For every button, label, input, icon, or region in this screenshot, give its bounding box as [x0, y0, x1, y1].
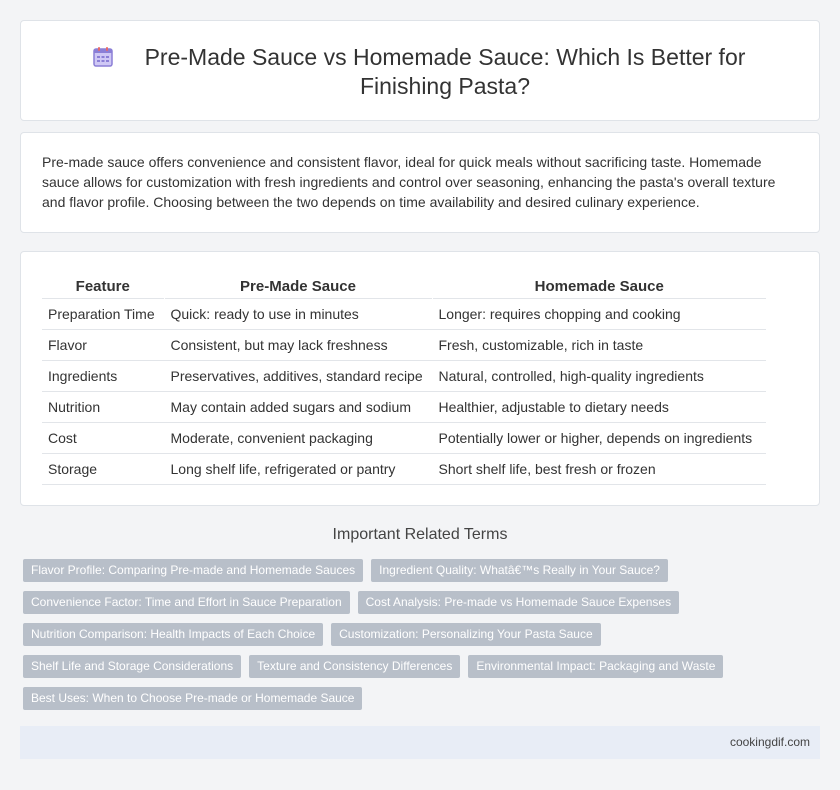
table-row: Preparation Time Quick: ready to use in m… [42, 297, 766, 330]
header-homemade: Homemade Sauce [431, 274, 766, 298]
cell-homemade: Healthier, adjustable to dietary needs [431, 390, 766, 423]
related-term-tag[interactable]: Cost Analysis: Pre-made vs Homemade Sauc… [357, 591, 680, 614]
related-term-tag[interactable]: Convenience Factor: Time and Effort in S… [23, 591, 350, 614]
cell-feature: Ingredients [42, 359, 164, 392]
cell-homemade: Natural, controlled, high-quality ingred… [431, 359, 766, 392]
cell-feature: Nutrition [42, 390, 164, 423]
cell-premade: Consistent, but may lack freshness [163, 328, 432, 361]
cell-feature: Cost [42, 421, 164, 454]
header-feature: Feature [75, 277, 130, 295]
table-row: Ingredients Preservatives, additives, sta… [42, 359, 766, 392]
related-term-tag[interactable]: Ingredient Quality: Whatâ€™s Really in Y… [371, 559, 668, 582]
cell-premade: Long shelf life, refrigerated or pantry [163, 452, 432, 485]
cell-homemade: Fresh, customizable, rich in taste [431, 328, 766, 361]
cell-premade: May contain added sugars and sodium [163, 390, 432, 423]
intro-paragraph: Pre-made sauce offers convenience and co… [42, 154, 776, 210]
intro-card: Pre-made sauce offers convenience and co… [20, 132, 820, 233]
table-row: Flavor Consistent, but may lack freshness… [42, 328, 766, 361]
related-term-tag[interactable]: Shelf Life and Storage Considerations [23, 655, 242, 678]
cell-feature: Storage [42, 452, 164, 485]
related-terms-list: Flavor Profile: Comparing Pre-made and H… [23, 559, 813, 710]
title-card: Pre-Made Sauce vs Homemade Sauce: Which … [20, 20, 820, 121]
related-term-tag[interactable]: Best Uses: When to Choose Pre-made or Ho… [23, 687, 363, 710]
page-title: Pre-Made Sauce vs Homemade Sauce: Which … [144, 44, 746, 99]
comparison-card: Feature Pre-Made Sauce Homemade Sauce Pr… [20, 251, 820, 506]
table-row: Nutrition May contain added sugars and so… [42, 390, 766, 423]
cell-homemade: Longer: requires chopping and cooking [431, 297, 766, 330]
table-row: Cost Moderate, convenient packaging Potent… [42, 421, 766, 454]
footer-site-link[interactable]: cookingdif.com [730, 735, 810, 749]
cell-homemade: Short shelf life, best fresh or frozen [431, 452, 766, 485]
table-row: Storage Long shelf life, refrigerated or … [42, 452, 766, 485]
related-term-tag[interactable]: Customization: Personalizing Your Pasta … [331, 623, 601, 646]
related-term-tag[interactable]: Environmental Impact: Packaging and Wast… [468, 655, 724, 678]
cell-homemade: Potentially lower or higher, depends on … [431, 421, 766, 454]
related-terms-heading: Important Related Terms [332, 526, 508, 543]
cell-feature: Preparation Time [42, 297, 164, 330]
cell-premade: Moderate, convenient packaging [163, 421, 432, 454]
cell-premade: Preservatives, additives, standard recip… [163, 359, 432, 392]
related-term-tag[interactable]: Flavor Profile: Comparing Pre-made and H… [23, 559, 364, 582]
footer: cookingdif.com [20, 726, 820, 759]
cell-premade: Quick: ready to use in minutes [163, 297, 432, 330]
header-premade: Pre-Made Sauce [163, 274, 432, 298]
related-term-tag[interactable]: Nutrition Comparison: Health Impacts of … [23, 623, 324, 646]
related-term-tag[interactable]: Texture and Consistency Differences [249, 655, 461, 678]
cell-feature: Flavor [42, 328, 164, 361]
comparison-table: Feature Pre-Made Sauce Homemade Sauce Pr… [42, 274, 766, 485]
table-header-row: Feature Pre-Made Sauce Homemade Sauce [42, 274, 766, 298]
